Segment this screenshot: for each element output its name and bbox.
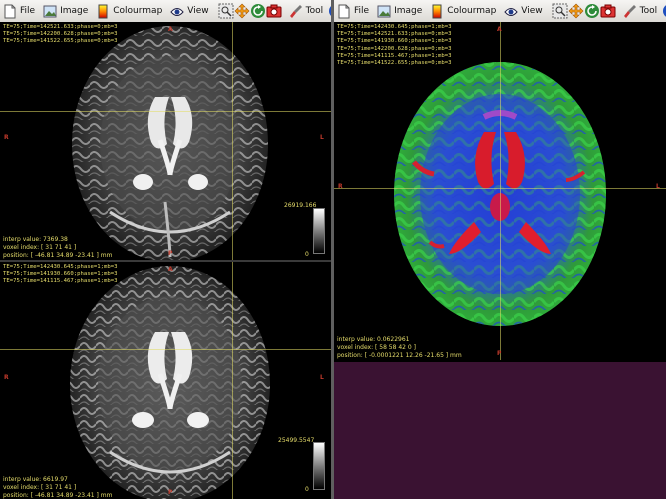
snapshot-button[interactable] bbox=[600, 1, 616, 21]
colorbar-max-label: 25499.5547 bbox=[278, 437, 315, 444]
orientation-posterior: P bbox=[168, 489, 173, 496]
refresh-icon bbox=[584, 4, 599, 18]
image-icon bbox=[377, 4, 391, 19]
info-icon bbox=[663, 5, 666, 17]
file-icon bbox=[337, 4, 351, 19]
zoom-region-icon bbox=[552, 3, 568, 19]
colorbar-min-label: 0 bbox=[305, 251, 309, 258]
camera-icon bbox=[266, 4, 282, 18]
grayscale-colorbar bbox=[313, 208, 325, 254]
file-menu-label: File bbox=[20, 6, 36, 16]
image-menu-label: Image bbox=[394, 6, 423, 16]
snapshot-button[interactable] bbox=[266, 1, 282, 21]
refresh-icon bbox=[250, 4, 265, 18]
info-button[interactable] bbox=[662, 1, 666, 21]
image-menu-label: Image bbox=[60, 6, 89, 16]
screwdriver-icon bbox=[623, 4, 637, 19]
file-icon bbox=[3, 4, 17, 19]
screwdriver-icon bbox=[289, 4, 303, 19]
pan-button[interactable] bbox=[234, 1, 250, 21]
orientation-right: R bbox=[338, 183, 343, 190]
crosshair-horizontal bbox=[334, 188, 666, 189]
colourmap-icon bbox=[430, 4, 444, 19]
camera-icon bbox=[600, 4, 616, 18]
eye-icon bbox=[504, 4, 518, 19]
cursor-readout: interp value: 0.0622961 voxel index: [ 5… bbox=[337, 336, 462, 359]
image-icon bbox=[43, 4, 57, 19]
crosshair-horizontal bbox=[0, 349, 331, 350]
refresh-button[interactable] bbox=[584, 1, 600, 21]
tool-menu[interactable]: Tool bbox=[286, 1, 326, 21]
colourmap-menu[interactable]: Colourmap bbox=[93, 1, 165, 21]
tool-menu[interactable]: Tool bbox=[620, 1, 660, 21]
image-header-info: TE=75;Time=142430.645;phase=1;mb=3 TE=75… bbox=[3, 264, 118, 285]
image-header-info: TE=75;Time=142430.645;phase=1;mb=3 TE=75… bbox=[337, 24, 452, 67]
dwi-axial-view-phase1[interactable]: TE=75;Time=142430.645;phase=1;mb=3 TE=75… bbox=[0, 262, 331, 499]
grayscale-colorbar bbox=[313, 442, 325, 490]
toolbar: File Image Colourmap View Tool bbox=[334, 0, 666, 23]
colourmap-menu[interactable]: Colourmap bbox=[427, 1, 499, 21]
image-menu[interactable]: Image bbox=[40, 1, 91, 21]
zoom-region-button[interactable] bbox=[552, 1, 568, 21]
left-viewer-window: File Image Colourmap View Tool TE=75;Tim… bbox=[0, 0, 331, 499]
orientation-left: L bbox=[320, 374, 324, 381]
orientation-posterior: P bbox=[168, 250, 173, 257]
crosshair-vertical bbox=[232, 22, 233, 260]
tool-menu-label: Tool bbox=[639, 6, 658, 16]
image-menu[interactable]: Image bbox=[374, 1, 425, 21]
file-menu-label: File bbox=[354, 6, 370, 16]
image-header-info: TE=75;Time=142521.633;phase=0;mb=3 TE=75… bbox=[3, 24, 118, 45]
dwi-axial-view-phase0[interactable]: TE=75;Time=142521.633;phase=0;mb=3 TE=75… bbox=[0, 22, 331, 260]
eye-icon bbox=[170, 4, 184, 19]
crosshair-vertical bbox=[500, 22, 501, 360]
crosshair-horizontal bbox=[0, 111, 331, 112]
pan-arrows-icon bbox=[234, 3, 250, 19]
colorbar-max-label: 26919.166 bbox=[284, 202, 317, 209]
zoom-region-icon bbox=[218, 3, 234, 19]
file-menu[interactable]: File bbox=[334, 1, 372, 21]
brain-slice-image bbox=[72, 26, 268, 260]
pan-arrows-icon bbox=[568, 3, 584, 19]
right-viewer-window: File Image Colourmap View Tool TE=75;Tim… bbox=[334, 0, 666, 499]
view-menu-label: View bbox=[521, 6, 543, 16]
colourmap-icon bbox=[96, 4, 110, 19]
orientation-anterior: A bbox=[168, 266, 173, 273]
file-menu[interactable]: File bbox=[0, 1, 38, 21]
orientation-right: R bbox=[4, 134, 9, 141]
zoom-region-button[interactable] bbox=[218, 1, 234, 21]
orientation-left: L bbox=[320, 134, 324, 141]
view-menu-label: View bbox=[187, 6, 209, 16]
pan-button[interactable] bbox=[568, 1, 584, 21]
orientation-left: L bbox=[656, 183, 660, 190]
colorbar-min-label: 0 bbox=[305, 486, 309, 493]
brain-slice-image bbox=[70, 266, 270, 499]
refresh-button[interactable] bbox=[250, 1, 266, 21]
view-menu[interactable]: View bbox=[501, 1, 545, 21]
orientation-anterior: A bbox=[497, 26, 502, 33]
colourmap-menu-label: Colourmap bbox=[113, 6, 163, 16]
cursor-readout: interp value: 7369.38 voxel index: [ 31 … bbox=[3, 236, 113, 259]
view-menu[interactable]: View bbox=[167, 1, 211, 21]
toolbar: File Image Colourmap View Tool bbox=[0, 0, 331, 23]
cursor-readout: interp value: 6619.97 voxel index: [ 31 … bbox=[3, 476, 113, 499]
orientation-anterior: A bbox=[168, 26, 173, 33]
orientation-right: R bbox=[4, 374, 9, 381]
crosshair-vertical bbox=[232, 262, 233, 499]
color-map-axial-view[interactable]: TE=75;Time=142430.645;phase=1;mb=3 TE=75… bbox=[334, 22, 666, 360]
tool-menu-label: Tool bbox=[305, 6, 324, 16]
colourmap-menu-label: Colourmap bbox=[447, 6, 497, 16]
empty-view-panel[interactable] bbox=[334, 362, 666, 499]
orientation-posterior: P bbox=[497, 350, 502, 357]
